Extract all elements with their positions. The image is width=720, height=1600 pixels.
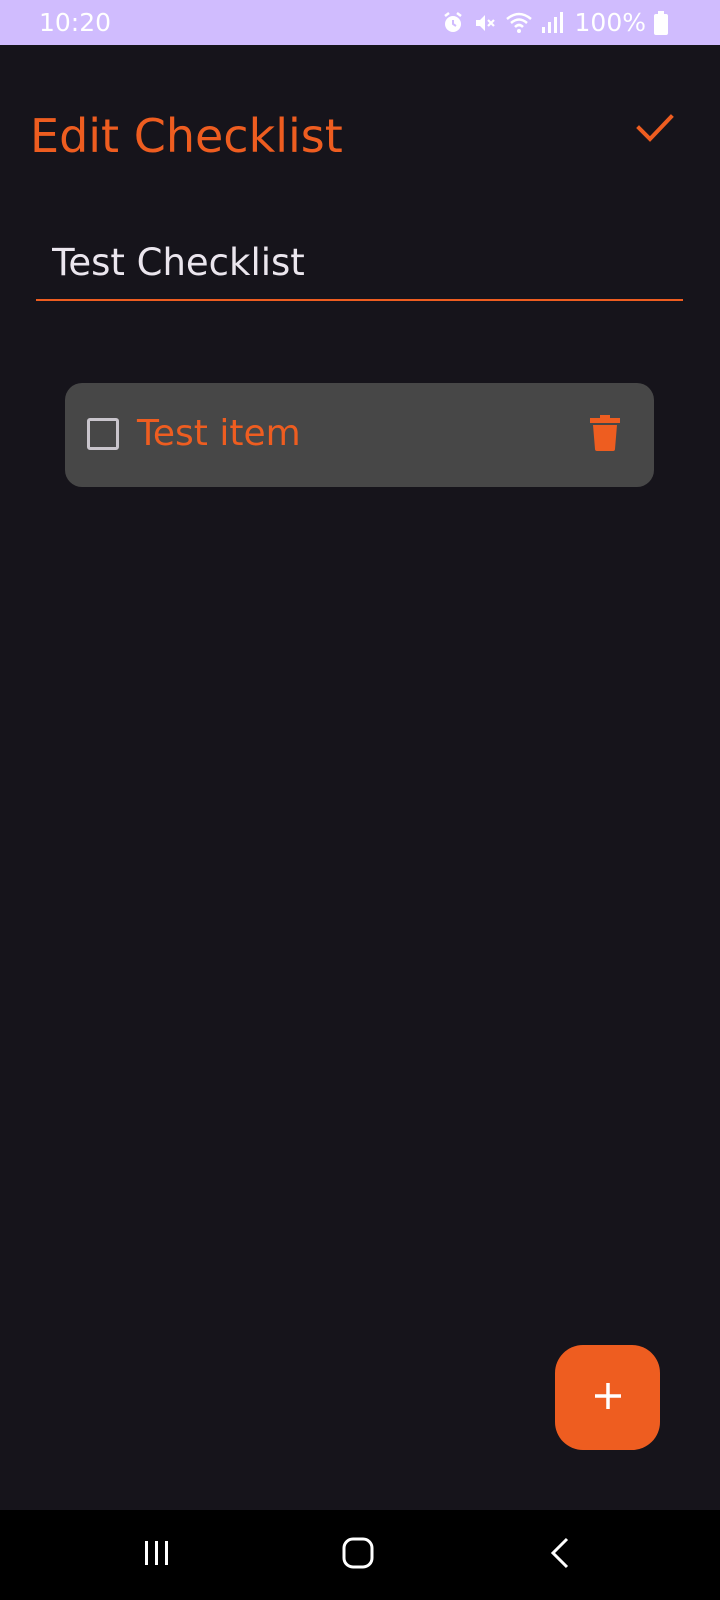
status-time: 10:20 xyxy=(39,8,112,37)
item-label[interactable]: Test item xyxy=(137,411,301,457)
battery-percent: 100% xyxy=(574,8,646,37)
edit-checklist-screen: Edit Checklist Test item xyxy=(0,45,720,1510)
plus-icon xyxy=(593,1381,623,1415)
trash-icon xyxy=(590,415,620,455)
back-button[interactable] xyxy=(530,1530,590,1580)
back-icon xyxy=(549,1537,571,1573)
mute-icon xyxy=(473,11,497,35)
recents-button[interactable] xyxy=(127,1530,187,1580)
home-button[interactable] xyxy=(328,1530,388,1580)
checklist-item: Test item xyxy=(65,383,654,487)
page-title: Edit Checklist xyxy=(30,109,343,163)
add-item-button[interactable] xyxy=(555,1345,660,1450)
signal-icon xyxy=(541,11,563,35)
item-checkbox[interactable] xyxy=(87,418,119,450)
status-bar: 10:20 100% xyxy=(0,0,720,45)
confirm-button[interactable] xyxy=(630,105,680,155)
recents-icon xyxy=(142,1539,172,1571)
checklist-name-input[interactable] xyxy=(36,225,683,301)
battery-icon xyxy=(654,11,668,35)
navigation-bar xyxy=(0,1510,720,1600)
check-icon xyxy=(636,113,674,147)
wifi-icon xyxy=(505,11,533,35)
status-icons: 100% xyxy=(441,8,668,38)
alarm-icon xyxy=(441,11,465,35)
home-icon xyxy=(342,1537,374,1573)
delete-item-button[interactable] xyxy=(585,413,625,457)
